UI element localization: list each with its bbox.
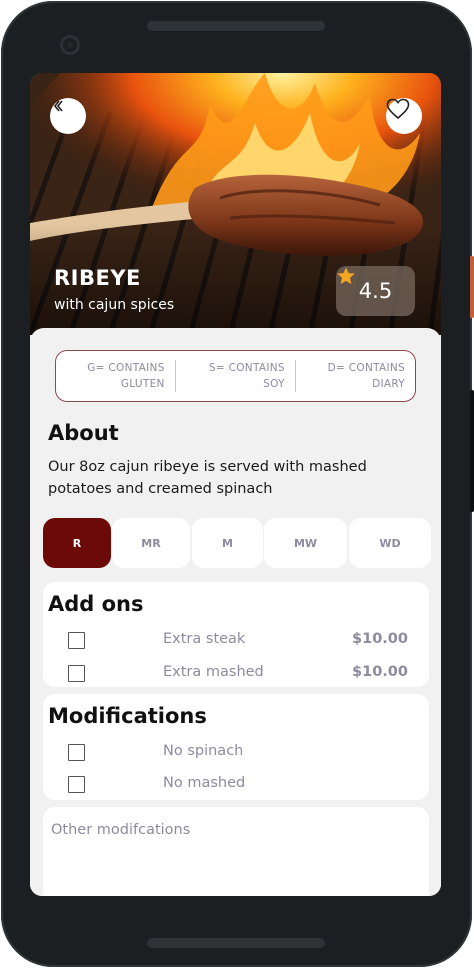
phone-frame: RIBEYE with cajun spices 4.5 G= CONTAINS…	[1, 1, 472, 967]
allergen-label: DIARY	[372, 378, 406, 390]
temp-option-wd[interactable]: WD	[349, 518, 431, 568]
temp-option-m[interactable]: M	[192, 518, 263, 568]
detail-sheet: G= CONTAINS GLUTEN S= CONTAINS SOY D= CO…	[30, 328, 441, 896]
rating-badge: 4.5	[336, 266, 415, 316]
temp-option-mw[interactable]: MW	[264, 518, 347, 568]
temp-option-mr[interactable]: MR	[112, 518, 190, 568]
modification-label: No spinach	[163, 743, 244, 759]
volume-button	[470, 390, 474, 512]
addon-row: Extra mashed $10.00	[43, 662, 429, 686]
rating-value: 4.5	[358, 279, 393, 303]
allergen-label: SOY	[263, 378, 285, 390]
other-modifications-placeholder: Other modifcations	[51, 822, 191, 838]
favorite-button[interactable]	[386, 98, 422, 134]
allergen-dairy: D= CONTAINS DIARY	[296, 360, 415, 392]
chevron-left-icon	[53, 100, 63, 112]
star-icon	[337, 267, 355, 285]
addons-heading: Add ons	[48, 592, 144, 616]
addons-card: Add ons Extra steak $10.00 Extra mashed …	[43, 582, 429, 687]
dish-subtitle: with cajun spices	[54, 297, 175, 313]
speaker-grille	[147, 21, 325, 31]
allergen-label: S= CONTAINS	[208, 362, 285, 374]
modifications-card: Modifications No spinach No mashed	[43, 694, 429, 800]
camera-icon	[60, 35, 80, 55]
addon-label: Extra mashed	[163, 664, 264, 680]
allergen-label: G= CONTAINS	[87, 362, 165, 374]
back-button[interactable]	[50, 98, 86, 134]
allergen-gluten: G= CONTAINS GLUTEN	[56, 360, 175, 392]
addon-price: $10.00	[352, 631, 408, 647]
screen: RIBEYE with cajun spices 4.5 G= CONTAINS…	[30, 73, 441, 896]
modifications-heading: Modifications	[48, 704, 207, 728]
modification-label: No mashed	[163, 775, 246, 791]
allergen-soy: S= CONTAINS SOY	[176, 360, 295, 392]
modification-checkbox[interactable]	[68, 744, 85, 761]
addon-checkbox[interactable]	[68, 632, 85, 649]
power-button	[470, 256, 474, 318]
modification-row: No mashed	[43, 773, 429, 797]
temp-option-r[interactable]: R	[43, 518, 111, 568]
addon-row: Extra steak $10.00	[43, 629, 429, 653]
allergen-label: GLUTEN	[120, 378, 165, 390]
allergen-legend: G= CONTAINS GLUTEN S= CONTAINS SOY D= CO…	[55, 350, 416, 402]
modification-checkbox[interactable]	[68, 776, 85, 793]
temperature-selector: R MR M MW WD	[43, 518, 431, 568]
modification-row: No spinach	[43, 741, 429, 765]
hero-image: RIBEYE with cajun spices 4.5	[30, 73, 441, 335]
addon-label: Extra steak	[163, 631, 246, 647]
about-heading: About	[48, 421, 119, 445]
addon-price: $10.00	[352, 664, 408, 680]
allergen-label: D= CONTAINS	[327, 362, 406, 374]
bottom-bar	[147, 938, 325, 948]
dish-title: RIBEYE	[54, 266, 141, 290]
heart-outline-icon	[386, 98, 410, 120]
addon-checkbox[interactable]	[68, 665, 85, 682]
other-modifications-input[interactable]: Other modifcations	[43, 807, 429, 896]
about-description: Our 8oz cajun ribeye is served with mash…	[48, 459, 367, 497]
